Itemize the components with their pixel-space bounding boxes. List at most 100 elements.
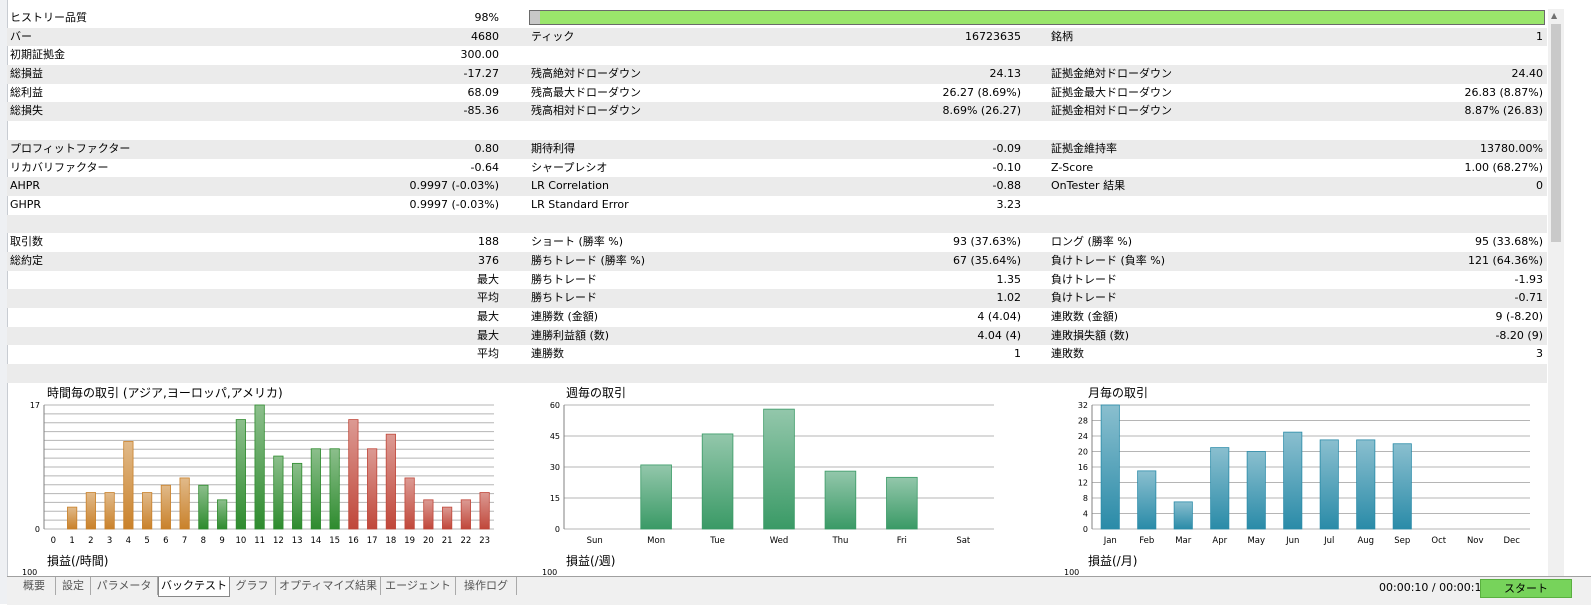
metric-label: 勝ちトレード (勝率 %) — [531, 253, 646, 267]
x-tick-label: 11 — [254, 536, 265, 546]
x-tick-label: Sep — [1394, 536, 1410, 546]
y-tick-label: 8 — [1083, 494, 1088, 503]
y-tick-label: 28 — [1078, 417, 1088, 426]
y-tick-label: 15 — [550, 494, 560, 503]
metric-value: -8.20 (9) — [1495, 328, 1543, 342]
metric-label: LR Correlation — [531, 179, 609, 193]
chart-title-pl-hourly: 損益(/時間) — [47, 554, 109, 568]
y-tick-label: 24 — [1078, 432, 1088, 441]
metric-value: 68.09 — [467, 85, 500, 99]
report-row: 平均 連勝数 1 連敗数 3 — [7, 345, 1547, 364]
x-tick-label: Mon — [647, 536, 665, 546]
x-tick-label: Sat — [956, 536, 971, 546]
metric-label: 総損失 — [10, 104, 43, 118]
x-tick-label: 17 — [367, 536, 378, 546]
metric-value: 376 — [478, 253, 499, 267]
metric-label: 勝ちトレード — [531, 291, 597, 305]
x-tick-label: Mar — [1175, 536, 1192, 546]
metric-label: ヒストリー品質 — [10, 11, 87, 24]
metric-value: 95 (33.68%) — [1474, 235, 1543, 249]
y-tick-label: 30 — [550, 463, 560, 472]
metric-value: 4 (4.04) — [977, 310, 1021, 323]
y-tick-label: 20 — [1078, 448, 1088, 457]
bar — [85, 492, 96, 530]
y-tick-label: 0 — [1083, 525, 1088, 534]
metric-value: 1 — [1014, 347, 1021, 361]
metric-value: -0.64 — [470, 160, 499, 174]
monthly-trades-chart: 0 4 8 12 16 20 24 28 32 Jan Feb Mar Apr May Jun Jul Aug S… — [1078, 401, 1530, 546]
x-tick-label: Dec — [1504, 536, 1521, 546]
metric-label: ティック — [531, 29, 575, 43]
metric-label: 連敗損失額 (数) — [1051, 328, 1130, 342]
tab-7[interactable]: 操作ログ — [456, 577, 517, 595]
bar — [179, 477, 190, 530]
metric-value: 188 — [478, 235, 499, 249]
x-tick-label: 21 — [442, 536, 453, 546]
x-tick-label: 22 — [460, 536, 471, 546]
y-tick-label: 0 — [555, 525, 560, 534]
y-tick-label: 12 — [1078, 479, 1088, 488]
bar — [1283, 431, 1303, 530]
report-row: AHPR 0.9997 (-0.03%) LR Correlation -0.88 On… — [7, 177, 1547, 196]
metric-value: 1.00 (68.27%) — [1464, 160, 1543, 174]
metric-value: 平均 — [477, 291, 499, 305]
metric-label: リカバリファクター — [10, 160, 109, 174]
x-tick-label: Nov — [1467, 536, 1484, 546]
tab-1[interactable]: 設定 — [56, 577, 91, 595]
metric-value: 最大 — [477, 310, 499, 323]
tab-0[interactable]: 概要 — [13, 577, 56, 595]
y-tick-label: 45 — [550, 432, 560, 441]
y-tick-label: 32 — [1078, 401, 1088, 410]
tab-5[interactable]: オプティマイズ結果 — [276, 577, 381, 595]
tab-6[interactable]: エージェント — [381, 577, 456, 595]
scroll-up-icon[interactable]: ▲ — [1551, 11, 1557, 20]
metric-label: プロフィットファクター — [10, 141, 131, 155]
metric-label: 負けトレード — [1051, 272, 1117, 286]
bar — [273, 455, 284, 530]
report-row — [7, 364, 1547, 383]
metric-label: 総損益 — [10, 67, 43, 81]
tab-2[interactable]: パラメータ — [91, 577, 158, 595]
metric-value: 1.02 — [996, 291, 1022, 305]
bar — [254, 404, 265, 530]
metric-label: 連勝数 — [531, 347, 564, 361]
metric-value: 13780.00% — [1480, 141, 1543, 155]
metric-label: 証拠金相対ドローダウン — [1051, 104, 1172, 118]
x-tick-label: Fri — [897, 536, 907, 546]
metric-value: 0.9997 (-0.03%) — [409, 179, 499, 193]
bar — [1100, 404, 1120, 530]
history-quality-bar — [529, 10, 1545, 25]
metric-value: -17.27 — [463, 67, 499, 81]
report-row — [7, 121, 1547, 140]
metric-label: 銘柄 — [1051, 29, 1073, 43]
report-row: 総利益 68.09 残高最大ドローダウン 26.27 (8.69%) 証拠金最大ドローダ… — [7, 84, 1547, 103]
bar — [67, 506, 78, 530]
y-tick-label: 0 — [35, 525, 40, 534]
scrollbar-thumb[interactable] — [1551, 24, 1561, 242]
y-tick-label: 4 — [1083, 510, 1088, 519]
metric-label: AHPR — [10, 179, 41, 193]
start-button[interactable]: スタート — [1480, 579, 1572, 598]
metric-value: 4680 — [471, 29, 499, 43]
x-tick-label: Sun — [587, 536, 603, 546]
report-row: バー 4680 ティック 16723635 銘柄 1 — [7, 27, 1547, 47]
metric-value: 16723635 — [965, 29, 1021, 43]
x-tick-label: 3 — [107, 536, 112, 546]
metric-value: 1 — [1536, 29, 1543, 43]
x-tick-label: Wed — [770, 536, 789, 546]
x-tick-label: 18 — [385, 536, 396, 546]
metric-label: 期待利得 — [531, 141, 575, 155]
bar — [460, 499, 471, 530]
metric-value: 26.83 (8.87%) — [1464, 85, 1543, 99]
x-tick-label: 20 — [423, 536, 434, 546]
metric-value: 93 (37.63%) — [952, 235, 1021, 249]
bar — [1392, 443, 1412, 530]
tab-4[interactable]: グラフ — [229, 577, 276, 595]
metric-value: 8.69% (26.27) — [942, 104, 1021, 118]
x-tick-label: May — [1247, 536, 1265, 546]
x-tick-label: Apr — [1212, 536, 1227, 546]
metric-value: 9 (-8.20) — [1495, 310, 1543, 323]
report-row — [7, 214, 1547, 234]
tab-3[interactable]: バックテスト — [158, 577, 230, 597]
vertical-scrollbar[interactable]: ▲ — [1548, 9, 1564, 579]
